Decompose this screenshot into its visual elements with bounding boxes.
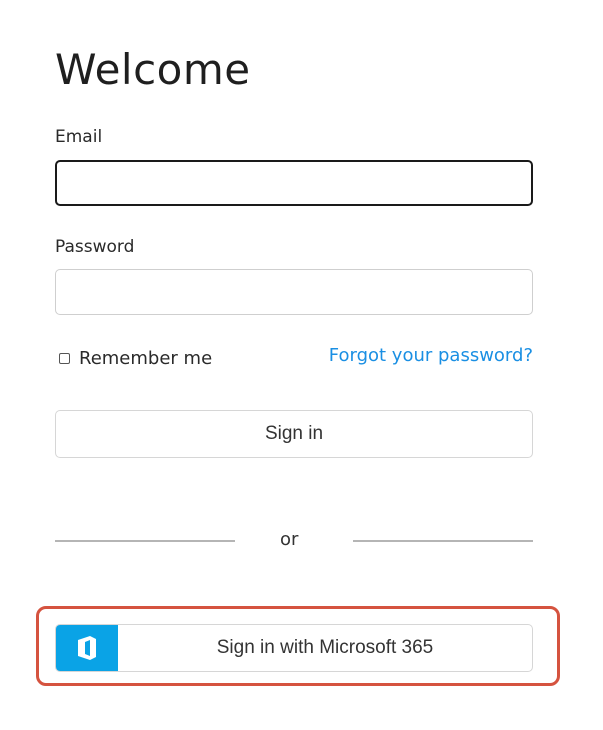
remember-me-row[interactable]: Remember me: [59, 346, 212, 370]
email-input[interactable]: [55, 160, 533, 206]
password-label: Password: [55, 237, 135, 257]
password-input[interactable]: [55, 269, 533, 315]
forgot-password-link[interactable]: Forgot your password?: [329, 345, 533, 366]
page-title: Welcome: [55, 45, 251, 94]
email-label: Email: [55, 127, 103, 147]
remember-me-checkbox[interactable]: [59, 352, 70, 364]
microsoft-office-icon: [56, 625, 118, 671]
sign-in-button[interactable]: Sign in: [55, 410, 533, 458]
sign-in-microsoft-label: Sign in with Microsoft 365: [216, 637, 434, 658]
sign-in-microsoft-button[interactable]: Sign in with Microsoft 365: [55, 624, 533, 672]
divider-line-right: [353, 540, 533, 542]
remember-me-label[interactable]: Remember me: [79, 348, 212, 369]
divider-or-text: or: [280, 529, 299, 550]
divider-line-left: [55, 540, 235, 542]
